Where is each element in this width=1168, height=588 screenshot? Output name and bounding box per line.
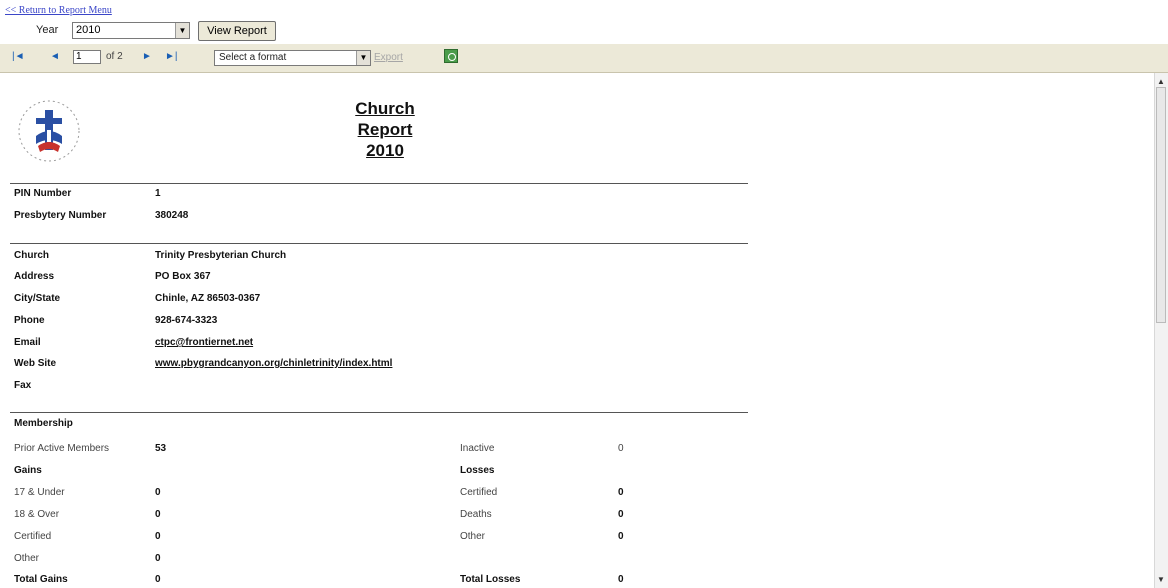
other-gain-value: 0 — [155, 553, 161, 564]
certified-loss-label: Certified — [460, 487, 498, 498]
membership-heading: Membership — [14, 418, 73, 429]
last-page-icon[interactable]: ►| — [165, 51, 178, 62]
next-page-icon[interactable]: ► — [142, 51, 152, 62]
report-header: << Return to Report Menu Year 2010 ▼ Vie… — [0, 0, 1168, 44]
divider — [10, 412, 748, 413]
pin-number-label: PIN Number — [14, 188, 72, 199]
phone-value: 928-674-3323 — [155, 315, 218, 326]
gains-heading: Gains — [14, 465, 42, 476]
certified-loss-value: 0 — [618, 487, 624, 498]
website-label: Web Site — [14, 358, 57, 369]
title-line-year: 2010 — [366, 141, 404, 160]
other-loss-value: 0 — [618, 531, 624, 542]
presbytery-number-value: 380248 — [155, 210, 189, 221]
page-number-input[interactable]: 1 — [73, 50, 101, 64]
scroll-down-icon[interactable]: ▼ — [1157, 575, 1165, 584]
year-select-value: 2010 — [76, 24, 101, 36]
other-loss-label: Other — [460, 531, 486, 542]
email-label: Email — [14, 337, 41, 348]
address-label: Address — [14, 271, 55, 282]
prev-page-icon[interactable]: ◄ — [50, 51, 60, 62]
total-losses-value: 0 — [618, 574, 624, 585]
year-label: Year — [36, 24, 59, 36]
title-line-report: Report — [357, 120, 413, 139]
prior-active-members-label: Prior Active Members — [14, 443, 110, 454]
city-state-value: Chinle, AZ 86503-0367 — [155, 293, 261, 304]
inactive-label: Inactive — [460, 443, 495, 454]
presbytery-number-label: Presbytery Number — [14, 210, 107, 221]
scroll-up-icon[interactable]: ▲ — [1157, 77, 1165, 86]
pin-number-value: 1 — [155, 188, 161, 199]
deaths-value: 0 — [618, 509, 624, 520]
losses-heading: Losses — [460, 465, 495, 476]
divider — [10, 183, 748, 184]
report-page — [0, 73, 1155, 588]
total-gains-value: 0 — [155, 574, 161, 585]
church-value: Trinity Presbyterian Church — [155, 250, 287, 261]
presbyterian-seal-logo — [18, 100, 80, 162]
other-gain-label: Other — [14, 553, 40, 564]
return-to-report-menu-link[interactable]: << Return to Report Menu — [5, 5, 112, 16]
deaths-label: Deaths — [460, 509, 492, 520]
under-17-label: 17 & Under — [14, 487, 65, 498]
address-value: PO Box 367 — [155, 271, 211, 282]
website-link[interactable]: www.pbygrandcanyon.org/chinletrinity/ind… — [155, 358, 392, 369]
city-state-label: City/State — [14, 293, 61, 304]
total-losses-label: Total Losses — [460, 574, 521, 585]
inactive-value: 0 — [618, 443, 624, 454]
total-gains-label: Total Gains — [14, 574, 68, 585]
page-count: of 2 — [106, 51, 123, 62]
report-toolbar: |◄ ◄ 1 of 2 ► ►| Select a format ▼ Expor… — [0, 44, 1168, 73]
chevron-down-icon[interactable]: ▼ — [356, 51, 370, 65]
format-select-placeholder: Select a format — [219, 52, 287, 63]
export-format-select[interactable]: Select a format ▼ — [214, 50, 371, 66]
over-18-value: 0 — [155, 509, 161, 520]
year-select[interactable]: 2010 ▼ — [72, 22, 190, 39]
under-17-value: 0 — [155, 487, 161, 498]
prior-active-members-value: 53 — [155, 443, 167, 454]
email-link[interactable]: ctpc@frontiernet.net — [155, 337, 253, 348]
first-page-icon[interactable]: |◄ — [12, 51, 25, 62]
over-18-label: 18 & Over — [14, 509, 60, 520]
certified-gain-value: 0 — [155, 531, 161, 542]
certified-gain-label: Certified — [14, 531, 52, 542]
church-label: Church — [14, 250, 49, 261]
view-report-button[interactable]: View Report — [198, 21, 276, 41]
report-title: Church Report 2010 — [330, 98, 440, 161]
vertical-scrollbar[interactable]: ▲ ▼ — [1154, 73, 1168, 588]
scroll-thumb[interactable] — [1156, 87, 1166, 323]
chevron-down-icon[interactable]: ▼ — [175, 23, 189, 38]
phone-label: Phone — [14, 315, 45, 326]
title-line-church: Church — [355, 99, 415, 118]
export-link[interactable]: Export — [374, 52, 403, 63]
fax-label: Fax — [14, 380, 32, 391]
refresh-icon[interactable] — [444, 49, 458, 63]
divider — [10, 243, 748, 244]
